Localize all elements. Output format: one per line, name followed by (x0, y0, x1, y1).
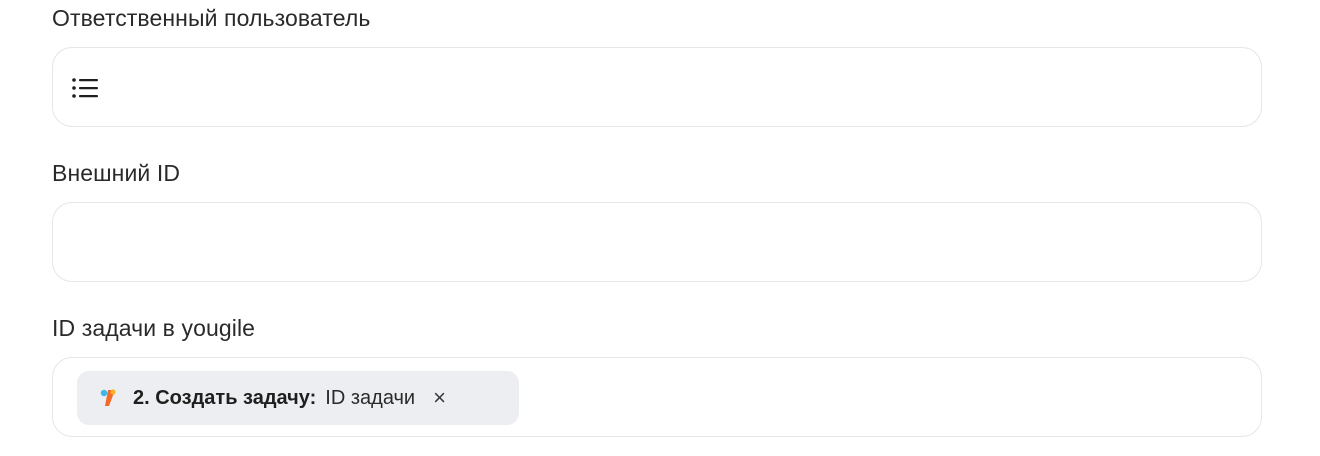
external-id-label: Внешний ID (52, 160, 181, 186)
yougile-logo-icon (100, 389, 116, 406)
mapped-value-chip[interactable]: 2. Создать задачу: ID задачи × (77, 371, 519, 425)
responsible-user-label: Ответственный пользователь (52, 5, 371, 31)
yougile-task-id-label: ID задачи в yougile (52, 315, 256, 341)
close-icon[interactable]: × (433, 387, 446, 409)
chip-step-label: 2. Создать задачу: (133, 386, 317, 409)
yougile-task-id-field[interactable]: 2. Создать задачу: ID задачи × (52, 357, 1262, 437)
settings-form: Ответственный пользователь Внешний ID ID… (0, 0, 1320, 456)
responsible-user-field[interactable] (52, 47, 1262, 127)
chip-value-label: ID задачи (325, 386, 416, 409)
list-icon[interactable] (71, 76, 99, 100)
external-id-field[interactable] (52, 202, 1262, 282)
